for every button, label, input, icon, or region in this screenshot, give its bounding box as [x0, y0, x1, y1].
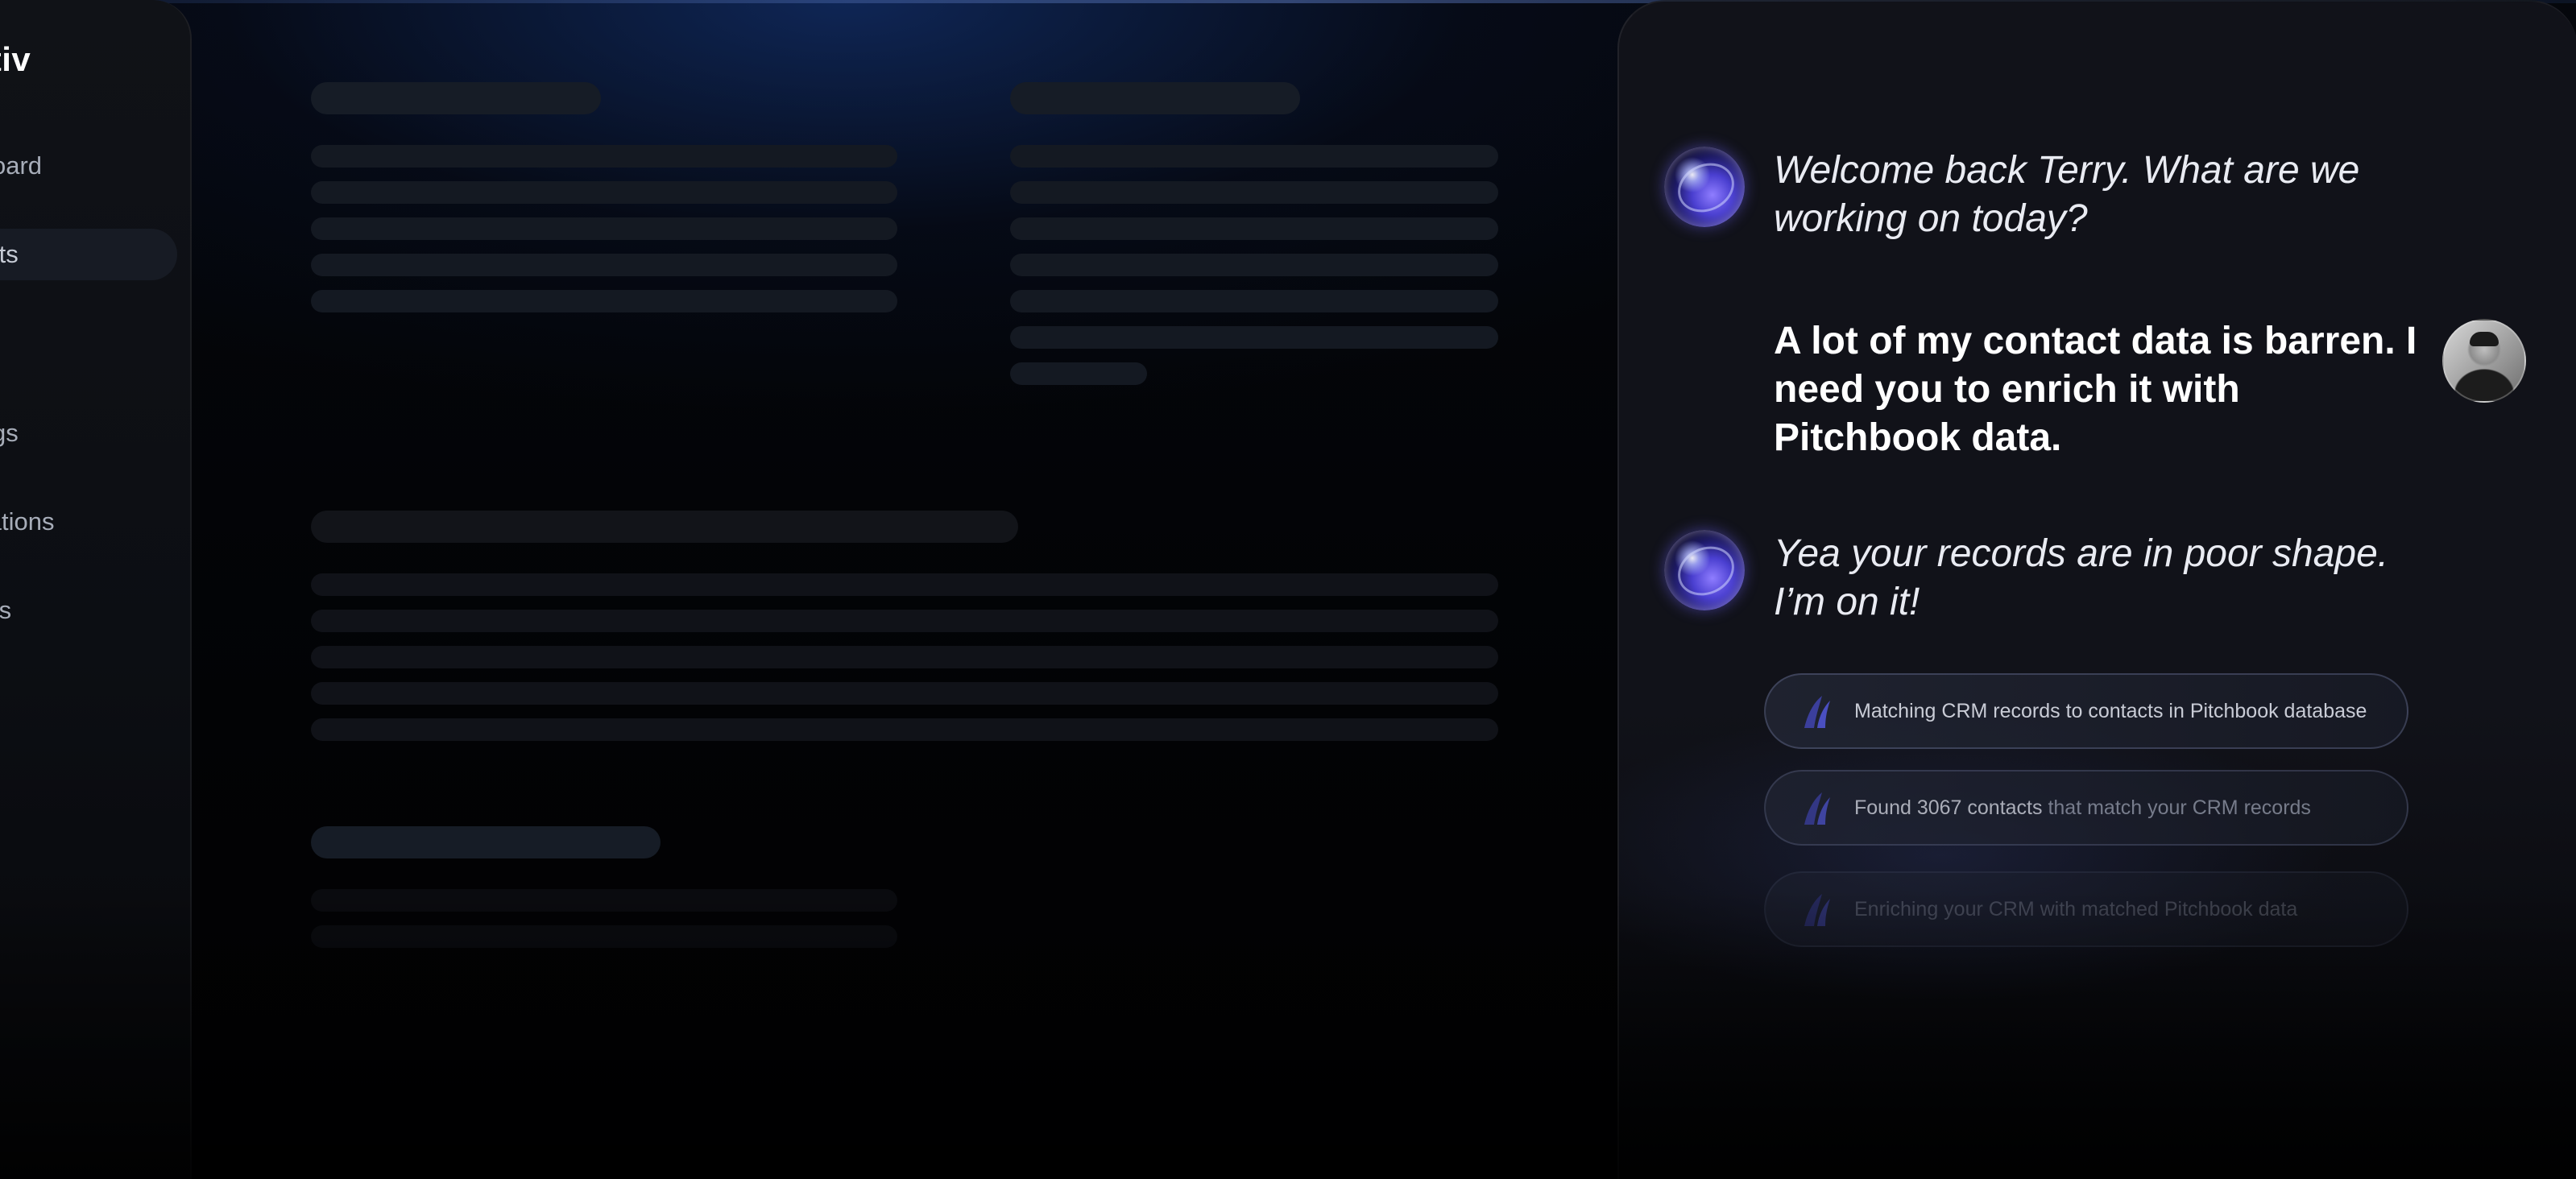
skeleton-heading — [311, 826, 661, 858]
skeleton-line — [311, 682, 1498, 705]
assistant-orb-icon — [1664, 530, 1745, 610]
sidebar-item-label: etings — [0, 419, 19, 447]
skeleton-line — [311, 290, 897, 312]
status-highlight: Found 3067 contacts — [1854, 796, 2043, 819]
skeleton-line — [1010, 326, 1498, 349]
sidebar-item-meetings[interactable]: etings — [0, 407, 177, 459]
skeleton-line — [1010, 290, 1498, 312]
skeleton-line — [311, 145, 897, 168]
skeleton-line — [311, 925, 897, 948]
skeleton-line — [311, 181, 897, 204]
status-step-enriching: Enriching your CRM with matched Pitchboo… — [1764, 871, 2408, 947]
pitchbook-sail-icon — [1804, 792, 1830, 825]
skeleton-line — [311, 646, 1498, 668]
user-avatar — [2442, 319, 2526, 403]
skeleton-line — [311, 254, 897, 276]
status-step-found: Found 3067 contacts that match your CRM … — [1764, 770, 2408, 846]
assistant-orb-icon — [1664, 147, 1745, 227]
pitchbook-sail-icon — [1804, 894, 1830, 926]
skeleton-line — [1010, 362, 1147, 385]
assistant-message: Welcome back Terry. What are we working … — [1774, 149, 2360, 240]
assistant-message: Yea your records are in poor shape. I’m … — [1774, 532, 2389, 623]
sidebar-item-label: egrations — [0, 507, 55, 536]
skeleton-line — [311, 718, 1498, 741]
sidebar-item-settings[interactable]: ttings — [0, 585, 177, 636]
status-step-matching: Matching CRM records to contacts in Pitc… — [1764, 673, 2408, 749]
skeleton-heading — [1010, 82, 1300, 114]
skeleton-line — [311, 217, 897, 240]
sidebar-item-lists[interactable]: s — [0, 317, 177, 369]
sidebar-item-dashboard[interactable]: shboard — [0, 140, 177, 192]
pitchbook-sail-icon — [1804, 696, 1830, 728]
user-message: A lot of my contact data is barren. I ne… — [1774, 320, 2417, 459]
status-text-rest: that match your CRM records — [2042, 796, 2311, 819]
sidebar-item-contacts[interactable]: ntacts — [0, 229, 177, 280]
sidebar-item-integrations[interactable]: egrations — [0, 496, 177, 548]
skeleton-line — [311, 573, 1498, 596]
sidebar-item-label: ttings — [0, 596, 12, 624]
skeleton-heading — [311, 511, 1018, 543]
sidebar-item-label: shboard — [0, 151, 43, 180]
status-text: Matching CRM records to contacts in Pitc… — [1854, 700, 2367, 722]
status-text: Found 3067 contacts that match your CRM … — [1854, 772, 2311, 844]
skeleton-line — [1010, 254, 1498, 276]
skeleton-line — [1010, 217, 1498, 240]
sidebar: estiv shboard ntacts s etings egrations … — [0, 0, 192, 1179]
skeleton-line — [1010, 145, 1498, 168]
skeleton-line — [1010, 181, 1498, 204]
sidebar-item-label: ntacts — [0, 240, 19, 268]
skeleton-line — [311, 610, 1498, 632]
skeleton-line — [311, 889, 897, 912]
app-stage: estiv shboard ntacts s etings egrations … — [0, 0, 2576, 1179]
status-text: Enriching your CRM with matched Pitchboo… — [1854, 898, 2298, 920]
brand-logo: estiv — [0, 40, 31, 78]
skeleton-heading — [311, 82, 601, 114]
